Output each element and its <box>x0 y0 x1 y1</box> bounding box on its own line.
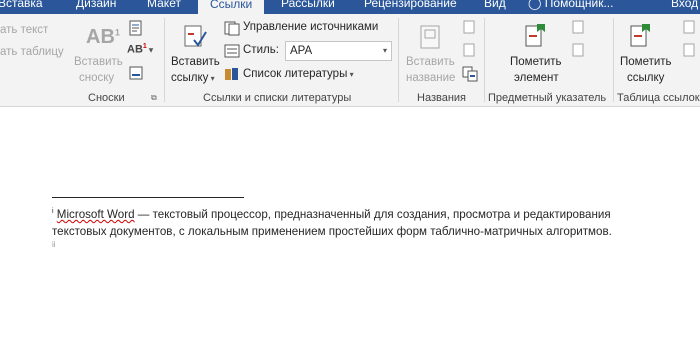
manage-sources-icon <box>224 21 240 36</box>
tab-insert[interactable]: Вставка <box>0 0 43 14</box>
group-label-footnotes: Сноски <box>88 92 125 104</box>
next-footnote-icon[interactable]: AB1 ▾ <box>127 43 153 56</box>
insert-endnote-button[interactable]: ать текст <box>0 24 48 36</box>
tab-references[interactable]: Ссылки <box>198 0 265 14</box>
group-separator <box>398 18 399 102</box>
insert-citation-button[interactable]: Вставить ссылку ▾ <box>168 22 224 94</box>
mark-entry-button[interactable]: Пометить элемент <box>505 22 569 94</box>
mark-entry-label-2: элемент <box>514 72 559 84</box>
insert-citation-icon <box>184 25 207 47</box>
mark-citation-label-1: Пометить <box>620 56 672 68</box>
ribbon-tab-bar: Вставка Дизайн Макет Ссылки Рассылки Рец… <box>0 0 700 14</box>
footnote-text-line-1: i Microsoft Word — текстовый процессор, … <box>52 208 611 221</box>
insert-index-icon[interactable] <box>571 20 585 34</box>
insert-endnote-icon[interactable] <box>128 20 144 36</box>
mark-entry-icon <box>525 24 545 47</box>
tell-me-label: Помощник... <box>544 0 614 10</box>
insert-caption-button[interactable]: Вставить название <box>402 22 458 94</box>
mark-citation-icon <box>630 24 650 47</box>
insert-caption-label-1: Вставить <box>406 56 455 68</box>
bibliography-label: Список литературы ▾ <box>243 68 354 80</box>
lightbulb-icon: ◯ <box>528 0 545 10</box>
tab-layout[interactable]: Макет <box>147 0 181 14</box>
insert-table-of-authorities-icon[interactable] <box>682 20 696 34</box>
insert-citation-label-1: Вставить <box>171 56 220 68</box>
insert-citation-label-2: ссылку ▾ <box>171 72 215 84</box>
update-index-icon[interactable] <box>571 43 585 57</box>
cross-reference-icon[interactable] <box>462 66 478 82</box>
mark-entry-label-1: Пометить <box>510 56 562 68</box>
group-separator <box>613 18 614 102</box>
tab-mailings[interactable]: Рассылки <box>281 0 335 14</box>
update-toa-icon[interactable] <box>682 43 696 57</box>
tab-review[interactable]: Рецензирование <box>364 0 457 14</box>
footnote-icon: AB1 <box>86 26 120 48</box>
footnote-separator <box>52 197 244 198</box>
insert-footnote-label-2: сноску <box>79 72 115 84</box>
footnote-marker: i <box>52 208 54 215</box>
tab-view[interactable]: Вид <box>484 0 506 14</box>
group-label-index: Предметный указатель <box>488 92 607 104</box>
footnote-text-line-2: текстовых документов, с локальным примен… <box>52 225 612 238</box>
dialog-launcher-icon[interactable]: ⧉ <box>151 93 157 103</box>
mark-citation-label-2: ссылку <box>627 72 665 84</box>
second-footnote-marker: ii <box>52 240 56 249</box>
group-label-captions: Названия <box>417 92 466 104</box>
sign-in-link[interactable]: Вход <box>671 0 698 14</box>
show-notes-icon[interactable] <box>129 66 143 80</box>
tell-me-search[interactable]: ◯ Помощник... <box>528 0 613 14</box>
citation-style-select[interactable]: APA ▾ <box>285 41 392 61</box>
insert-footnote-button[interactable]: AB1 Вставить сноску <box>72 22 123 92</box>
style-label: Стиль: <box>243 44 279 56</box>
insert-caption-icon <box>420 25 440 49</box>
ribbon: ать текст ать таблицу AB1 Вставить сноск… <box>0 14 700 107</box>
footnote-term: Microsoft Word <box>56 208 135 221</box>
next-footnote-button[interactable]: ать таблицу <box>0 46 64 58</box>
group-separator <box>164 18 165 102</box>
tab-design[interactable]: Дизайн <box>76 0 116 14</box>
footnote-line1-rest: — текстовый процессор, предназначенный д… <box>134 208 611 221</box>
citation-style-value: APA <box>290 45 313 57</box>
mark-citation-button[interactable]: Пометить ссылку <box>618 22 682 94</box>
group-separator <box>484 18 485 102</box>
insert-caption-label-2: название <box>406 72 456 84</box>
group-label-table-of-authorities: Таблица ссылок <box>617 92 700 104</box>
update-table-icon[interactable] <box>462 43 476 57</box>
style-icon <box>224 44 240 58</box>
insert-table-of-figures-icon[interactable] <box>462 20 476 34</box>
manage-sources-label: Управление источниками <box>243 21 379 33</box>
insert-footnote-label-1: Вставить <box>74 56 123 68</box>
group-label-citations: Ссылки и списки литературы <box>203 92 352 104</box>
bibliography-icon <box>225 68 238 80</box>
chevron-down-icon: ▾ <box>382 46 387 55</box>
